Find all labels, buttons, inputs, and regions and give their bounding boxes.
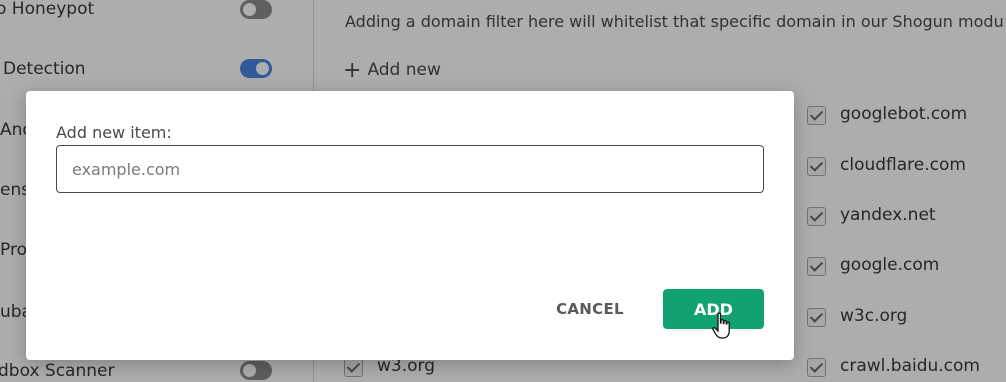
hand-cursor-icon — [712, 312, 730, 339]
domain-input[interactable] — [56, 145, 764, 193]
cancel-button[interactable]: CANCEL — [542, 289, 638, 329]
add-item-label: Add new item: — [56, 123, 172, 142]
add-item-dialog: Add new item: CANCEL ADD — [26, 91, 794, 360]
